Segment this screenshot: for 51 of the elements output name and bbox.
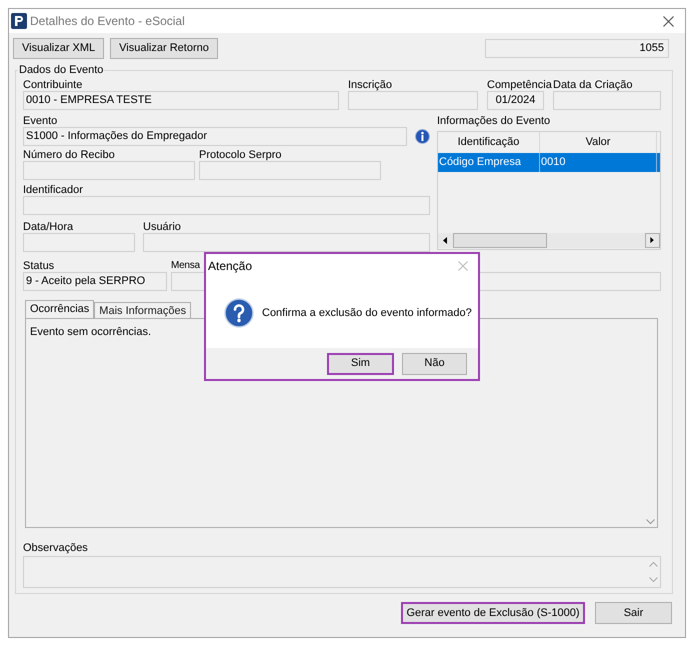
field-label: Status: [23, 260, 54, 272]
text-field[interactable]: [199, 161, 381, 180]
text-field[interactable]: 01/2024: [487, 91, 544, 110]
scroll-up-icon[interactable]: [648, 561, 658, 567]
dialog-title: Atenção: [208, 258, 252, 275]
scroll-down-icon[interactable]: [646, 519, 655, 525]
field-label: Protocolo Serpro: [199, 149, 282, 161]
field-label: Informações do Evento: [437, 115, 550, 127]
field-label: Data/Hora: [23, 221, 74, 233]
question-icon: [224, 298, 254, 328]
occurrences-text: Evento sem ocorrências.: [30, 325, 152, 340]
toolbar-button[interactable]: Visualizar XML: [13, 38, 104, 59]
footer-button[interactable]: Gerar evento de Exclusão (S-1000): [401, 602, 585, 624]
text-field[interactable]: 0010 - EMPRESA TESTE: [23, 91, 339, 110]
dialog-message: Confirma a exclusão do evento informado?: [262, 306, 472, 321]
observations-field[interactable]: [23, 556, 661, 588]
field-label: Competência: [487, 79, 552, 91]
close-icon[interactable]: [663, 16, 674, 26]
field-label: Usuário: [143, 221, 181, 233]
field-label: Inscrição: [348, 79, 392, 91]
toolbar-button[interactable]: Visualizar Retorno: [110, 38, 218, 59]
field-label: Número do Recibo: [23, 149, 115, 161]
window-title: Detalhes do Evento - eSocial: [30, 13, 185, 30]
footer-button[interactable]: Sair: [595, 602, 672, 624]
scrollbar-thumb[interactable]: [453, 233, 547, 248]
grid-cell: 0010: [540, 153, 657, 172]
text-field[interactable]: [23, 233, 135, 252]
field-label: Identificador: [23, 184, 83, 196]
scroll-down-icon[interactable]: [648, 577, 658, 583]
info-icon[interactable]: [415, 129, 430, 144]
text-field[interactable]: [348, 91, 478, 110]
field-label: Mensa: [171, 260, 200, 272]
field-label: Evento: [23, 115, 58, 127]
grid-cell: Código Empresa: [438, 153, 540, 172]
field-label: Observações: [23, 542, 88, 554]
horizontal-scrollbar[interactable]: [438, 233, 660, 248]
text-field[interactable]: 9 - Aceito pela SERPRO: [23, 272, 167, 291]
grid-row[interactable]: Código Empresa 0010: [438, 153, 660, 172]
tab[interactable]: Ocorrências: [25, 300, 94, 318]
dialog-button[interactable]: Sim: [327, 352, 394, 374]
text-field[interactable]: [553, 91, 661, 110]
scroll-right-icon[interactable]: [645, 233, 660, 248]
tab[interactable]: Mais Informações: [94, 302, 192, 318]
text-field[interactable]: S1000 - Informações do Empregador: [23, 127, 408, 146]
text-field[interactable]: [143, 233, 430, 252]
text-field[interactable]: [23, 196, 430, 215]
counter-field: 1055: [485, 39, 669, 58]
text-field[interactable]: [23, 161, 195, 180]
field-label: Contribuinte: [23, 79, 82, 91]
field-label: Data da Criação: [553, 79, 632, 91]
dialog-button[interactable]: Não: [402, 352, 467, 374]
